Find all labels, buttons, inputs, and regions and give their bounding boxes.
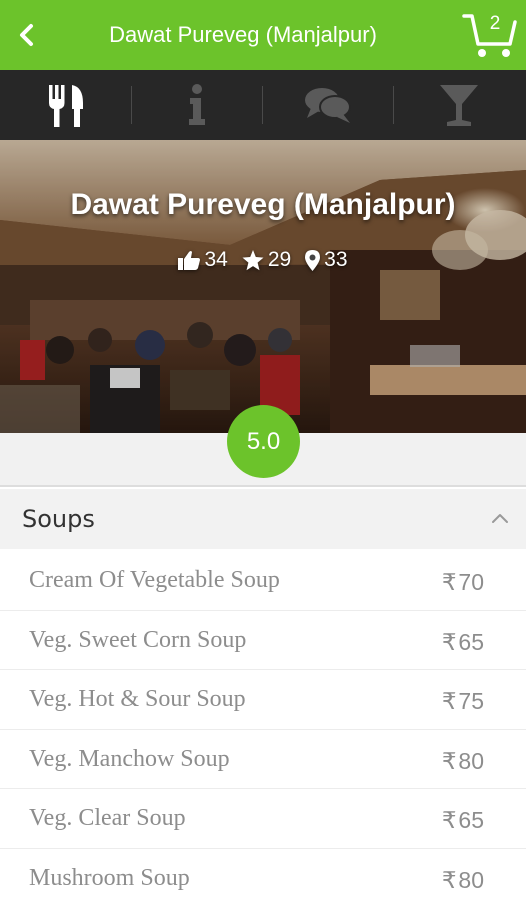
fork-knife-icon (48, 85, 83, 127)
tab-menu[interactable] (0, 70, 131, 140)
app-title: Dawat Pureveg (Manjalpur) (109, 22, 377, 47)
menu-item-name: Cream Of Vegetable Soup (29, 567, 280, 593)
cocktail-glass-icon (439, 85, 478, 126)
menu-item[interactable]: Veg. Hot & Sour Soup ₹ 75 (0, 670, 526, 730)
chevron-up-icon[interactable] (490, 509, 510, 529)
rupee-symbol: ₹ (441, 628, 457, 655)
likes-count: 34 (204, 248, 228, 271)
star-icon (242, 249, 264, 270)
price-value: 80 (458, 747, 484, 774)
rupee-symbol: ₹ (441, 866, 457, 893)
menu-item-price: ₹ 75 (442, 670, 484, 732)
menu-item-name: Mushroom Soup (29, 864, 190, 891)
checkins-count: 33 (324, 248, 348, 271)
menu-item-price: ₹ 70 (442, 551, 484, 613)
tab-reviews[interactable] (262, 70, 393, 140)
restaurant-stats: 34 29 33 (0, 248, 526, 272)
tab-drinks[interactable] (393, 70, 524, 140)
restaurant-interior-photo (0, 140, 526, 433)
info-icon (188, 84, 205, 125)
tab-info[interactable] (131, 70, 262, 140)
category-tab-bar (0, 70, 526, 140)
likes-stat: 34 (178, 248, 228, 272)
section-title: Soups (22, 505, 95, 533)
menu-item[interactable]: Cream Of Vegetable Soup ₹ 70 (0, 551, 526, 611)
menu-item-name: Veg. Manchow Soup (29, 745, 230, 772)
rating-badge: 5.0 (227, 405, 300, 478)
menu-item-name: Veg. Clear Soup (29, 805, 186, 832)
checkins-stat: 33 (305, 248, 348, 272)
menu-item-price: ₹ 80 (442, 730, 484, 792)
restaurant-name-heading: Dawat Pureveg (Manjalpur) (70, 188, 456, 221)
menu-item-price: ₹ 80 (442, 849, 484, 900)
cart-button[interactable]: 2 (462, 10, 518, 60)
price-value: 65 (458, 628, 484, 655)
chat-bubbles-icon (304, 88, 351, 123)
stars-count: 29 (267, 248, 292, 271)
rupee-symbol: ₹ (441, 688, 457, 715)
app-bar: Dawat Pureveg (Manjalpur) 2 (0, 0, 526, 70)
menu-item[interactable]: Veg. Sweet Corn Soup ₹ 65 (0, 611, 526, 671)
menu-item[interactable]: Mushroom Soup ₹ 80 (0, 849, 526, 900)
price-value: 80 (458, 866, 484, 893)
back-button[interactable] (10, 17, 44, 53)
section-header-soups[interactable]: Soups (0, 489, 526, 549)
menu-item[interactable]: Veg. Manchow Soup ₹ 80 (0, 730, 526, 790)
rupee-symbol: ₹ (441, 807, 457, 834)
menu-item-price: ₹ 65 (442, 611, 484, 673)
restaurant-hero-image: Dawat Pureveg (Manjalpur) 34 29 33 (0, 140, 526, 433)
map-pin-icon (305, 249, 321, 271)
cart-count-badge: 2 (489, 13, 501, 34)
chevron-left-icon (20, 24, 33, 46)
menu-item-name: Veg. Sweet Corn Soup (29, 626, 247, 653)
price-value: 70 (458, 569, 484, 595)
menu-item-name: Veg. Hot & Sour Soup (29, 686, 246, 713)
thumbs-up-icon (178, 251, 201, 270)
menu-item-price: ₹ 65 (442, 789, 484, 851)
rupee-symbol: ₹ (441, 747, 457, 774)
stars-stat: 29 (242, 248, 291, 272)
price-value: 75 (458, 688, 484, 715)
menu-item-list: Cream Of Vegetable Soup ₹ 70 Veg. Sweet … (0, 551, 526, 900)
menu-item[interactable]: Veg. Clear Soup ₹ 65 (0, 789, 526, 849)
price-value: 65 (458, 807, 484, 834)
rupee-symbol: ₹ (441, 569, 457, 595)
